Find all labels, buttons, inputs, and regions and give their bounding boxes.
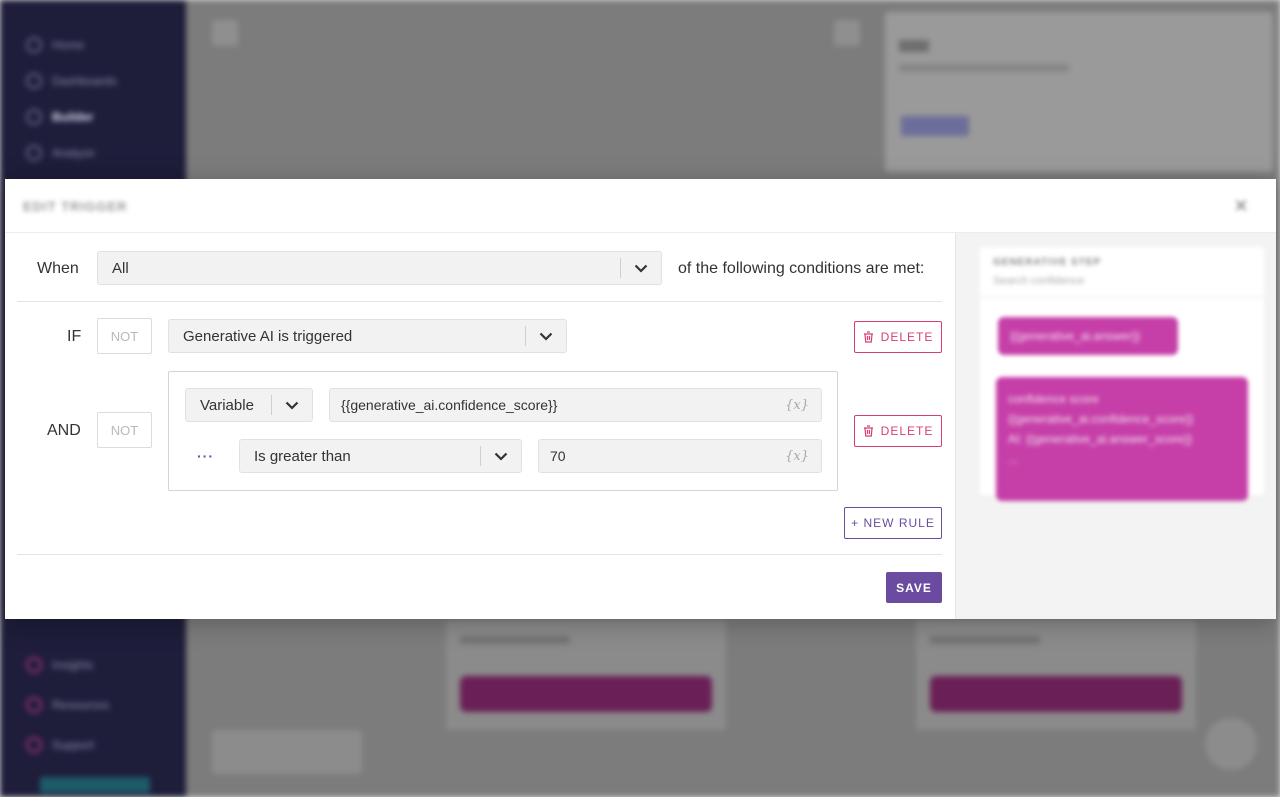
- card-subtitle: [460, 636, 570, 644]
- flow-card[interactable]: [916, 620, 1196, 730]
- close-icon[interactable]: ✕: [1230, 195, 1252, 217]
- rule-type-select[interactable]: Variable: [185, 388, 313, 422]
- help-button[interactable]: [1205, 718, 1257, 770]
- chevron-down-icon[interactable]: [621, 252, 661, 284]
- divider: [17, 554, 942, 555]
- rule-type-value: Variable: [200, 396, 254, 414]
- nav-item-builder[interactable]: Builder: [26, 108, 93, 126]
- delete-and-button[interactable]: DELETE: [854, 415, 942, 447]
- trash-icon: [863, 331, 873, 343]
- dashboard-icon: [26, 73, 42, 89]
- modal-header: EDIT TRIGGER ✕: [5, 179, 1276, 233]
- edit-trigger-modal: EDIT TRIGGER ✕ When All of the following…: [5, 179, 1276, 619]
- chevron-down-icon[interactable]: [481, 440, 521, 472]
- not-toggle[interactable]: NOT: [97, 318, 152, 354]
- condition-editor: When All of the following conditions are…: [5, 233, 955, 619]
- variable-input[interactable]: {{generative_ai.confidence_score}} {x}: [329, 388, 822, 422]
- zoom-control[interactable]: [212, 730, 362, 774]
- support-icon: [26, 737, 42, 753]
- comparison-value: 70: [550, 448, 566, 464]
- operator-select[interactable]: Is greater than: [239, 439, 522, 473]
- divider: [980, 297, 1264, 298]
- preview-line: {{generative_ai.confidence_score}}: [1008, 412, 1194, 426]
- trash-icon: [863, 425, 873, 437]
- builder-icon: [26, 109, 42, 125]
- nav-label: Home: [52, 38, 85, 52]
- preview-line: ...: [1008, 452, 1019, 466]
- value-input[interactable]: 70 {x}: [538, 439, 822, 473]
- variable-icon[interactable]: {x}: [785, 449, 821, 464]
- trigger-preview: GENERATIVE STEP Search confidence {{gene…: [955, 233, 1276, 619]
- delete-label: DELETE: [880, 330, 934, 344]
- sidebar-footer-bar: [40, 777, 150, 793]
- operator-value: Is greater than: [254, 447, 351, 465]
- divider: [17, 301, 942, 302]
- insights-icon: [26, 657, 42, 673]
- preview-subtitle: Search confidence: [993, 275, 1085, 287]
- if-condition-value: Generative AI is triggered: [183, 327, 353, 345]
- panel-subtitle: [899, 64, 1069, 72]
- nav-item-resources[interactable]: Resources: [26, 696, 109, 714]
- match-mode-value: All: [112, 259, 129, 277]
- modal-title: EDIT TRIGGER: [23, 199, 128, 214]
- nav-item-insights[interactable]: Insights: [26, 656, 93, 674]
- preview-pill: {{generative_ai.answer}}: [998, 317, 1178, 355]
- preview-block: confidence score {{generative_ai.confide…: [996, 377, 1248, 501]
- nav-label: Support: [52, 738, 95, 752]
- delete-if-button[interactable]: DELETE: [854, 321, 942, 353]
- analyze-icon: [26, 145, 42, 161]
- panel-tab-active[interactable]: [901, 116, 969, 136]
- preview-title: GENERATIVE STEP: [993, 257, 1102, 268]
- conditions-text: of the following conditions are met:: [678, 260, 925, 277]
- flow-card[interactable]: [446, 620, 726, 730]
- collapse-icon[interactable]: [212, 20, 238, 46]
- close-panel-icon[interactable]: [834, 20, 860, 46]
- card-subtitle: [930, 636, 1040, 644]
- if-condition-select[interactable]: Generative AI is triggered: [168, 319, 567, 353]
- nav-item-home[interactable]: Home: [26, 36, 84, 54]
- nav-label: Builder: [52, 110, 94, 124]
- when-label: When: [37, 260, 79, 277]
- match-mode-select[interactable]: All: [97, 251, 662, 285]
- nav-label: Insights: [52, 658, 94, 672]
- resources-icon: [26, 697, 42, 713]
- preview-line: AI: {{generative_ai.answer_score}}: [1008, 432, 1193, 446]
- home-icon: [26, 37, 42, 53]
- rule-group: Variable {{generative_ai.confidence_scor…: [168, 371, 838, 491]
- side-panel: [885, 12, 1273, 172]
- preview-card: GENERATIVE STEP Search confidence {{gene…: [980, 247, 1264, 501]
- variable-icon[interactable]: {x}: [785, 398, 821, 413]
- new-rule-button[interactable]: + NEW RULE: [844, 507, 942, 539]
- delete-label: DELETE: [880, 424, 934, 438]
- preview-line: confidence score: [1008, 392, 1099, 406]
- chevron-down-icon[interactable]: [272, 389, 312, 421]
- nav-label: Analyze: [52, 146, 95, 160]
- variable-value: {{generative_ai.confidence_score}}: [341, 397, 558, 413]
- save-button[interactable]: SAVE: [886, 572, 942, 603]
- nav-item-support[interactable]: Support: [26, 736, 94, 754]
- not-toggle[interactable]: NOT: [97, 412, 152, 448]
- if-label: IF: [67, 328, 82, 345]
- card-pill: [460, 676, 712, 712]
- chevron-down-icon[interactable]: [526, 320, 566, 352]
- card-pill: [930, 676, 1182, 712]
- nav-label: Resources: [52, 698, 110, 712]
- nav-label: Dashboards: [52, 74, 117, 88]
- more-options-icon[interactable]: ···: [197, 448, 214, 464]
- nav-item-analyze[interactable]: Analyze: [26, 144, 95, 162]
- panel-title: [899, 40, 929, 52]
- nav-item-dashboards[interactable]: Dashboards: [26, 72, 117, 90]
- and-label: AND: [47, 422, 81, 439]
